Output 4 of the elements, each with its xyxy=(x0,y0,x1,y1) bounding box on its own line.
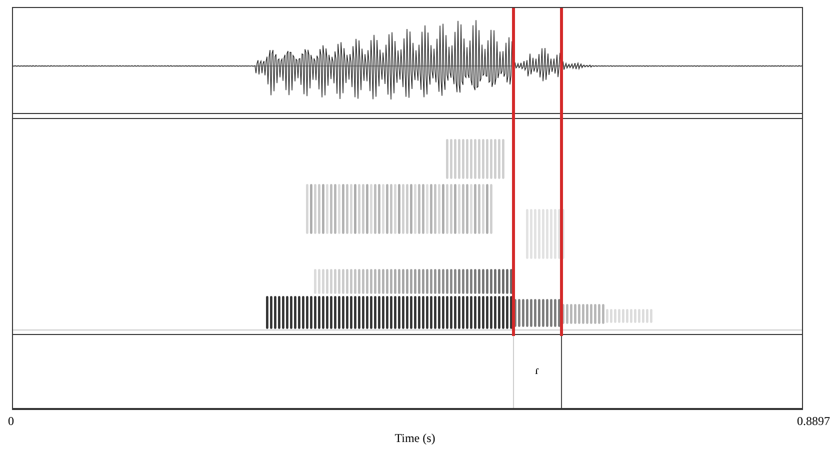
axis-end-label: 0.8897 xyxy=(797,414,830,429)
interval-label: ɾ xyxy=(534,363,540,378)
axis-title: Time (s) xyxy=(394,431,436,445)
axis-start-label: 0 xyxy=(8,414,14,429)
